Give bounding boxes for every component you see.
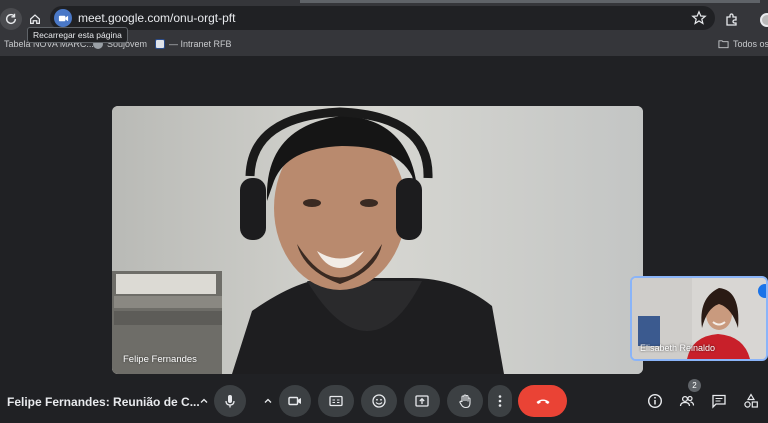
extensions-icon[interactable] — [724, 12, 740, 28]
raise-hand-icon — [459, 394, 471, 409]
star-icon[interactable] — [691, 10, 707, 26]
camera-icon — [288, 396, 301, 406]
google-meet-icon — [58, 15, 68, 21]
captions-button[interactable] — [318, 385, 354, 417]
self-participant-name: Elisabeth Reinaldo — [640, 343, 716, 353]
self-view-video[interactable]: Elisabeth Reinaldo — [630, 276, 768, 361]
more-options-icon — [498, 395, 502, 407]
meeting-title: Felipe Fernandes: Reunião de C... — [7, 395, 200, 409]
chat-button[interactable] — [708, 390, 730, 412]
participant-video-feed — [112, 106, 643, 374]
emoji-icon — [372, 394, 386, 408]
present-screen-icon — [415, 395, 429, 407]
intranet-icon — [155, 39, 165, 49]
camera-button[interactable] — [279, 385, 311, 417]
reload-button[interactable] — [0, 8, 22, 30]
chevron-up-icon — [264, 398, 272, 403]
reload-icon — [5, 13, 17, 25]
people-button[interactable] — [676, 390, 698, 412]
microphone-button[interactable] — [214, 385, 246, 417]
folder-icon — [718, 40, 729, 49]
meeting-info-button[interactable] — [644, 390, 666, 412]
more-options-button[interactable] — [488, 385, 512, 417]
bookmark-item[interactable]: — Intranet RFB — [155, 39, 232, 49]
activities-button[interactable] — [740, 390, 762, 412]
chevron-up-icon — [200, 398, 208, 403]
emoji-reaction-button[interactable] — [361, 385, 397, 417]
end-call-icon — [536, 399, 549, 404]
main-participant-video[interactable]: Felipe Fernandes — [112, 106, 643, 374]
site-info-button[interactable] — [54, 9, 72, 27]
self-view-badge — [758, 284, 766, 298]
url-text[interactable]: meet.google.com/onu-orgt-pft — [78, 11, 235, 25]
present-screen-button[interactable] — [404, 385, 440, 417]
end-call-button[interactable] — [518, 385, 567, 417]
raise-hand-button[interactable] — [447, 385, 483, 417]
captions-icon — [329, 395, 343, 407]
activities-icon — [744, 393, 758, 408]
chat-icon — [712, 394, 726, 409]
home-icon — [30, 14, 40, 24]
info-icon — [647, 393, 663, 409]
people-icon — [679, 395, 695, 407]
all-bookmarks-button[interactable]: Todos os — [718, 39, 768, 49]
microphone-icon — [225, 395, 235, 408]
address-bar[interactable]: meet.google.com/onu-orgt-pft — [50, 6, 715, 30]
all-bookmarks-label: Todos os — [733, 39, 768, 49]
participant-name: Felipe Fernandes — [123, 354, 197, 365]
profile-avatar[interactable] — [760, 13, 768, 27]
bookmark-label: — Intranet RFB — [169, 39, 232, 49]
reload-tooltip: Recarregar esta página — [27, 27, 128, 43]
tab-strip-accent — [300, 0, 760, 3]
